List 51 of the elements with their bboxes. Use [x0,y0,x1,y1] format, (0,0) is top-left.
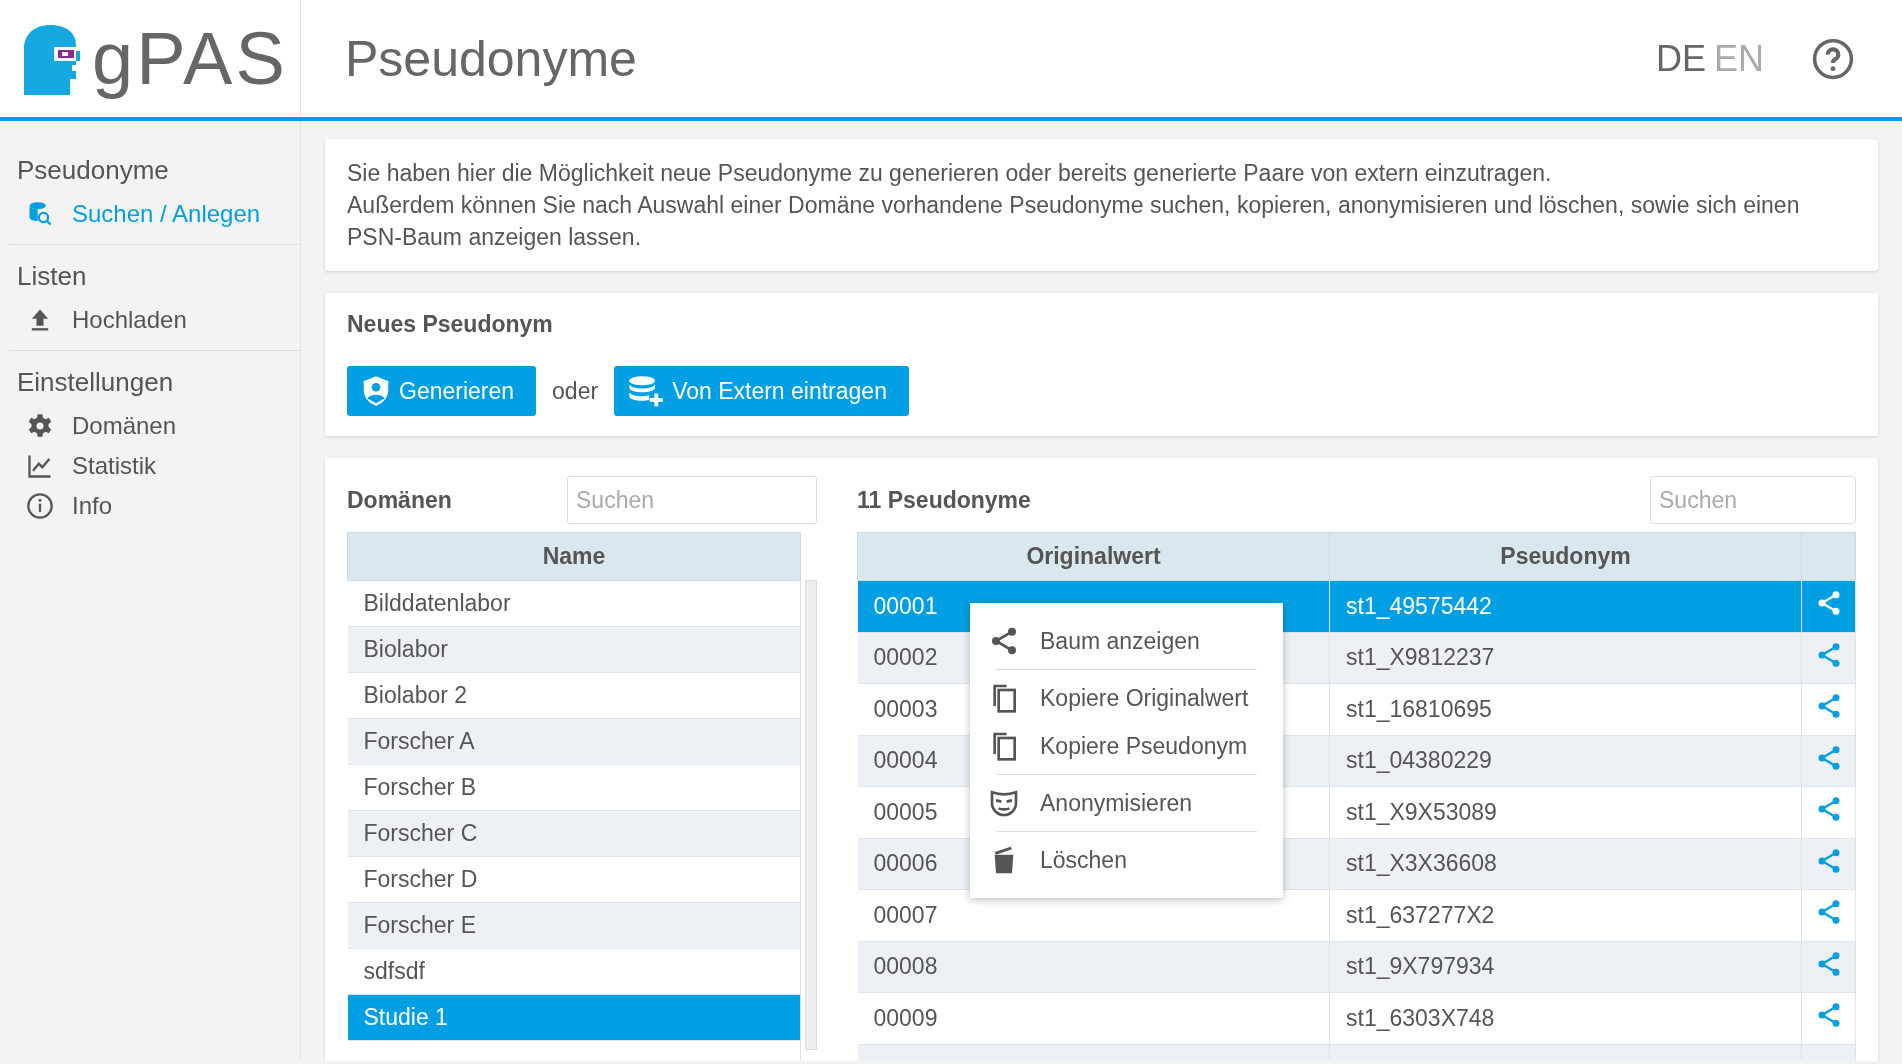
section-title: Neues Pseudonym [347,311,554,338]
table-cell[interactable]: st1_16810695 [1329,683,1802,735]
search-field[interactable]: Suchen [1650,476,1856,524]
table-cell[interactable]: 00008 [857,941,1330,993]
language-link[interactable]: DE [1655,37,1706,80]
scrollbar[interactable] [805,580,817,1050]
sidebar-section-title: Einstellungen [16,366,175,399]
sidebar-item[interactable]: Statistik [9,446,300,486]
logo-text: gPAS [92,16,288,101]
menu-item[interactable]: Anonymisieren [988,779,1257,827]
menu-item[interactable]: Löschen [988,836,1257,884]
sidebar-section-title: Listen [16,260,88,293]
intro-text: Außerdem können Sie nach Auswahl einer Domäne vorhandene Pseudonyme suchen, kopieren, anonymisieren und löschen, sowie sich einen PSN-Baum anzeigen lassen. [347,191,1801,252]
or-text: oder [552,377,599,405]
page-title: Pseudonyme [344,29,638,89]
table-cell[interactable]: st1_6303X748 [1329,992,1802,1044]
table-row[interactable]: Biolabor [347,626,801,673]
table-row[interactable]: Bilddatenlabor [347,580,801,627]
info-icon [26,492,54,520]
gear-icon [26,412,54,440]
sidebar-item[interactable]: Domänen [9,406,300,446]
table-row[interactable]: Biolabor 2 [347,672,801,719]
column-header[interactable]: Pseudonym [1329,532,1802,581]
sidebar-item[interactable]: Info [9,486,300,526]
table-cell[interactable]: st1_637277X2 [1329,889,1802,941]
table-cell[interactable]: st1_04380229 [1329,735,1802,787]
shield-user-icon [361,375,391,407]
table-cell[interactable]: 00009 [857,992,1330,1044]
sidebar-item[interactable]: Hochladen [9,300,300,340]
menu-item[interactable]: Kopiere Pseudonym [988,722,1257,770]
section-title: 11 Pseudonyme [857,486,1031,514]
database-plus-icon [628,375,665,407]
table-row[interactable]: Forscher C [347,810,801,857]
column-header[interactable]: Originalwert [857,532,1330,581]
table-row[interactable]: Forscher E [347,902,801,949]
menu-item[interactable]: Baum anzeigen [988,617,1257,665]
column-header[interactable]: Name [347,532,801,581]
help-icon[interactable] [1812,37,1854,80]
intro-text: Sie haben hier die Möglichkeit neue Pseudonyme zu generieren oder bereits generierte Paare von extern einzutragen. [347,159,1553,188]
table-row[interactable]: sdfsdf [347,948,801,995]
menu-item[interactable]: Kopiere Originalwert [988,674,1257,722]
search-field[interactable]: Suchen [567,476,817,524]
table-row[interactable]: Forscher D [347,856,801,903]
table-row[interactable]: Forscher A [347,718,801,765]
table-cell[interactable]: st1_9X797934 [1329,941,1802,993]
sidebar-section-title: Pseudonyme [16,154,170,187]
table-cell[interactable]: st1_X3X36608 [1329,838,1802,890]
table-cell[interactable]: st1_X9X53089 [1329,786,1802,838]
section-title: Domänen [347,486,452,514]
table-row[interactable]: Forscher B [347,764,801,811]
table-cell[interactable]: st1_X9812237 [1329,632,1802,684]
